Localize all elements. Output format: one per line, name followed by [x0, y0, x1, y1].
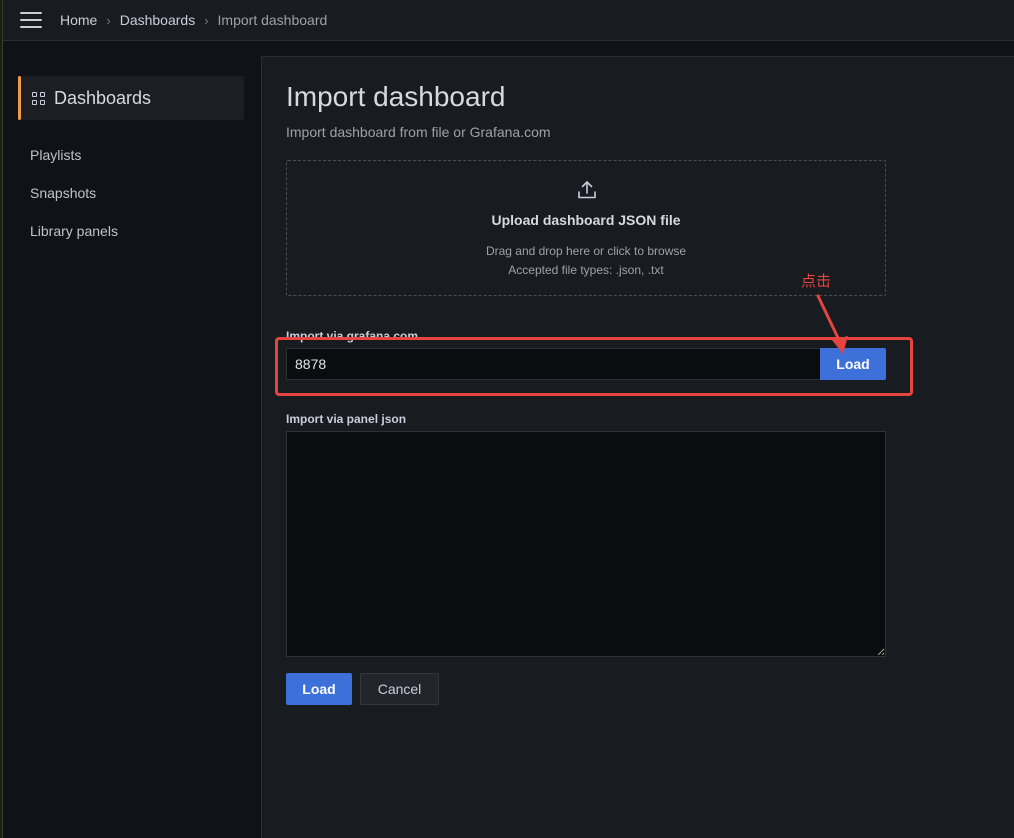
- breadcrumb: Home › Dashboards › Import dashboard: [60, 12, 327, 28]
- sidebar-item-snapshots[interactable]: Snapshots: [30, 185, 96, 201]
- dashboard-grid-icon: [32, 91, 45, 105]
- upload-file-types: Accepted file types: .json, .txt: [508, 263, 664, 277]
- annotation-label: 点击: [801, 272, 832, 290]
- chevron-right-icon: ›: [204, 12, 209, 28]
- sidebar-item-library-panels[interactable]: Library panels: [30, 223, 118, 239]
- grafana-com-id-input[interactable]: [286, 348, 820, 380]
- main-panel: Import dashboard Import dashboard from f…: [261, 56, 1014, 838]
- grafana-com-load-button[interactable]: Load: [820, 348, 886, 380]
- upload-icon: [578, 181, 596, 199]
- upload-dropzone[interactable]: Upload dashboard JSON file Drag and drop…: [286, 160, 886, 296]
- breadcrumb-home[interactable]: Home: [60, 12, 97, 28]
- sidebar: Dashboards Playlists Snapshots Library p…: [3, 41, 261, 838]
- breadcrumb-dashboards[interactable]: Dashboards: [120, 12, 196, 28]
- cancel-button[interactable]: Cancel: [360, 673, 439, 705]
- grafana-com-label: Import via grafana.com: [286, 329, 419, 343]
- chevron-right-icon: ›: [106, 12, 111, 28]
- active-indicator: [18, 76, 21, 120]
- breadcrumb-import-dashboard: Import dashboard: [217, 12, 328, 28]
- load-button[interactable]: Load: [286, 673, 352, 705]
- upload-title: Upload dashboard JSON file: [491, 212, 681, 228]
- app-window: Home › Dashboards › Import dashboard Das…: [0, 0, 1014, 838]
- menu-icon[interactable]: [20, 12, 42, 28]
- sidebar-item-playlists[interactable]: Playlists: [30, 147, 81, 163]
- sidebar-section-dashboards[interactable]: Dashboards: [18, 76, 244, 120]
- panel-json-label: Import via panel json: [286, 412, 407, 426]
- page-subtitle: Import dashboard from file or Grafana.co…: [286, 124, 551, 140]
- sidebar-section-title: Dashboards: [54, 87, 152, 108]
- top-bar: Home › Dashboards › Import dashboard: [3, 0, 1014, 41]
- upload-hint: Drag and drop here or click to browse: [485, 244, 687, 258]
- panel-json-textarea[interactable]: [286, 431, 886, 657]
- page-title: Import dashboard: [286, 81, 506, 112]
